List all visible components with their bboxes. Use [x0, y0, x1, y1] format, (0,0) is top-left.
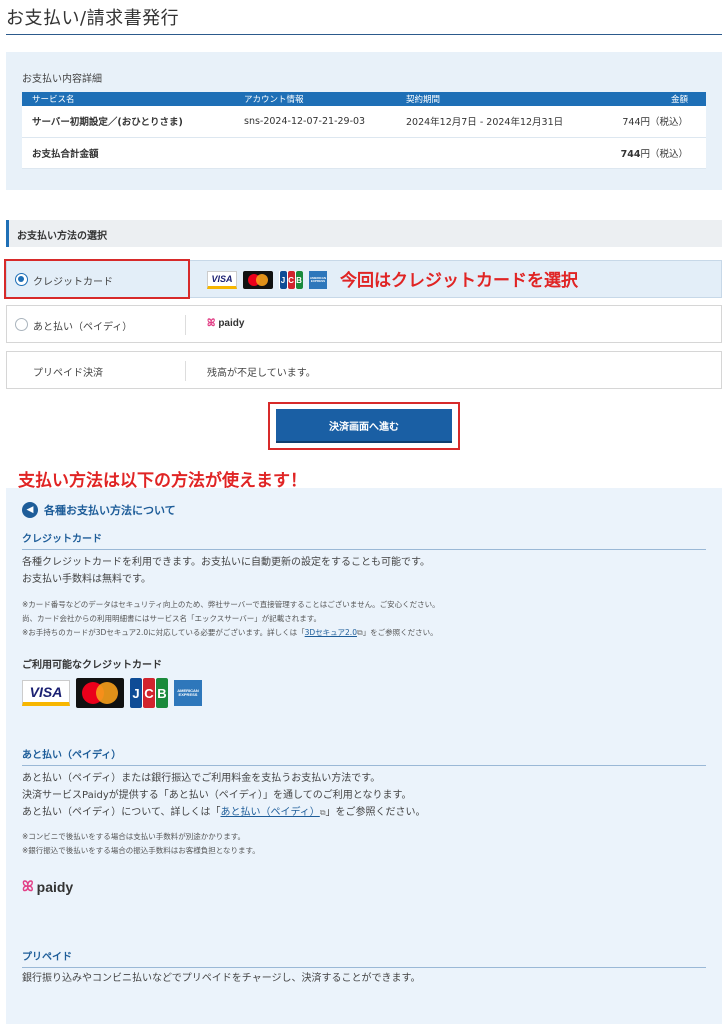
- column-header-amount: 金額: [596, 92, 706, 106]
- payment-detail-panel: お支払い内容詳細 サービス名 アカウント情報 契約期間 金額 サーバー初期設定／…: [6, 52, 722, 190]
- account-cell: sns-2024-12-07-21-29-03: [234, 106, 396, 138]
- mastercard-logo-icon: [243, 271, 273, 289]
- mastercard-logo-icon: [76, 678, 124, 708]
- amex-logo-icon: AMERICAN EXPRESS: [174, 680, 202, 706]
- payment-method-heading: お支払い方法の選択: [17, 231, 107, 242]
- payment-methods-info-panel: ◀ 各種お支払い方法について クレジットカード 各種クレジットカードを利用できま…: [6, 488, 722, 1024]
- available-cards-heading: ご利用可能なクレジットカード: [22, 660, 162, 671]
- jcb-logo-icon: JCB: [279, 271, 303, 289]
- paidy-info-link[interactable]: あと払い（ペイディ）: [221, 807, 320, 818]
- annotation-highlight-credit-card: [4, 259, 190, 299]
- total-amount-cell: 744円（税込）: [596, 137, 706, 169]
- prepaid-balance-message: 残高が不足しています。: [207, 368, 316, 379]
- divider: [185, 315, 186, 335]
- annotation-credit-card-note: 今回はクレジットカードを選択: [340, 271, 578, 291]
- paidy-radio[interactable]: [15, 318, 28, 331]
- visa-logo-icon: VISA: [22, 680, 70, 706]
- amex-logo-icon: AMERICAN EXPRESS: [309, 271, 327, 289]
- section-title-credit-card: クレジットカード: [22, 530, 706, 550]
- section-title-paidy: あと払い（ペイディ）: [22, 746, 706, 766]
- speaker-icon: ◀: [22, 502, 38, 518]
- credit-card-description: 各種クレジットカードを利用できます。お支払いに自動更新の設定をすることも可能です…: [22, 557, 430, 585]
- credit-card-brand-logos: VISA JCB AMERICAN EXPRESS: [207, 271, 327, 289]
- proceed-to-payment-button[interactable]: 決済画面へ進む: [276, 409, 452, 443]
- paidy-logo-icon: ꕤ paidy: [207, 318, 245, 329]
- total-row: お支払合計金額 744円（税込）: [22, 137, 706, 169]
- total-amount: 744: [620, 148, 641, 160]
- payment-detail-table: サービス名 アカウント情報 契約期間 金額 サーバー初期設定／(おひとりさま) …: [22, 92, 706, 169]
- amount-cell: 744円（税込）: [596, 106, 706, 138]
- jcb-logo-icon: JCB: [130, 678, 168, 708]
- payment-option-prepaid[interactable]: プリペイド決済 残高が不足しています。: [6, 351, 722, 389]
- annotation-highlight-proceed: 決済画面へ進む: [268, 402, 460, 450]
- credit-card-notes: ※カード番号などのデータはセキュリティ向上のため、弊社サーバーで直接管理すること…: [22, 600, 440, 637]
- visa-logo-icon: VISA: [207, 271, 237, 289]
- page-title: お支払い/請求書発行: [6, 8, 180, 29]
- column-header-service: サービス名: [22, 92, 234, 106]
- title-divider: [6, 34, 722, 35]
- column-header-period: 契約期間: [396, 92, 596, 106]
- prepaid-description: 銀行振り込みやコンビニ払いなどでプリペイドをチャージし、決済することができます。: [22, 973, 421, 984]
- prepaid-label: プリペイド決済: [33, 368, 103, 379]
- annotation-methods-note: 支払い方法は以下の方法が使えます！: [18, 471, 307, 491]
- 3d-secure-link[interactable]: 3Dセキュア2.0: [305, 628, 357, 637]
- period-cell: 2024年12月7日 - 2024年12月31日: [396, 106, 596, 138]
- payment-option-paidy[interactable]: あと払い（ペイディ） ꕤ paidy: [6, 305, 722, 343]
- service-name-cell: サーバー初期設定／(おひとりさま): [22, 106, 234, 138]
- column-header-account: アカウント情報: [234, 92, 396, 106]
- info-title: ◀ 各種お支払い方法について: [22, 502, 176, 518]
- paidy-description: あと払い（ペイディ）または銀行振込でご利用料金を支払うお支払い方法です。 決済サ…: [22, 773, 426, 818]
- available-card-logos: VISA JCB AMERICAN EXPRESS: [22, 678, 202, 708]
- paidy-notes: ※コンビニで後払いをする場合は支払い手数料が別途かかります。 ※銀行振込で後払い…: [22, 832, 260, 855]
- divider: [185, 361, 186, 381]
- total-amount-suffix: 円（税込）: [640, 148, 688, 160]
- payment-detail-heading: お支払い内容詳細: [22, 74, 102, 85]
- paidy-logo-icon: ꕤ paidy: [22, 878, 74, 895]
- table-header-row: サービス名 アカウント情報 契約期間 金額: [22, 92, 706, 106]
- total-label: お支払合計金額: [22, 137, 234, 169]
- table-row: サーバー初期設定／(おひとりさま) sns-2024-12-07-21-29-0…: [22, 106, 706, 138]
- section-title-prepaid: プリペイド: [22, 948, 706, 968]
- payment-method-heading-bar: お支払い方法の選択: [6, 220, 722, 247]
- paidy-label: あと払い（ペイディ）: [33, 322, 133, 333]
